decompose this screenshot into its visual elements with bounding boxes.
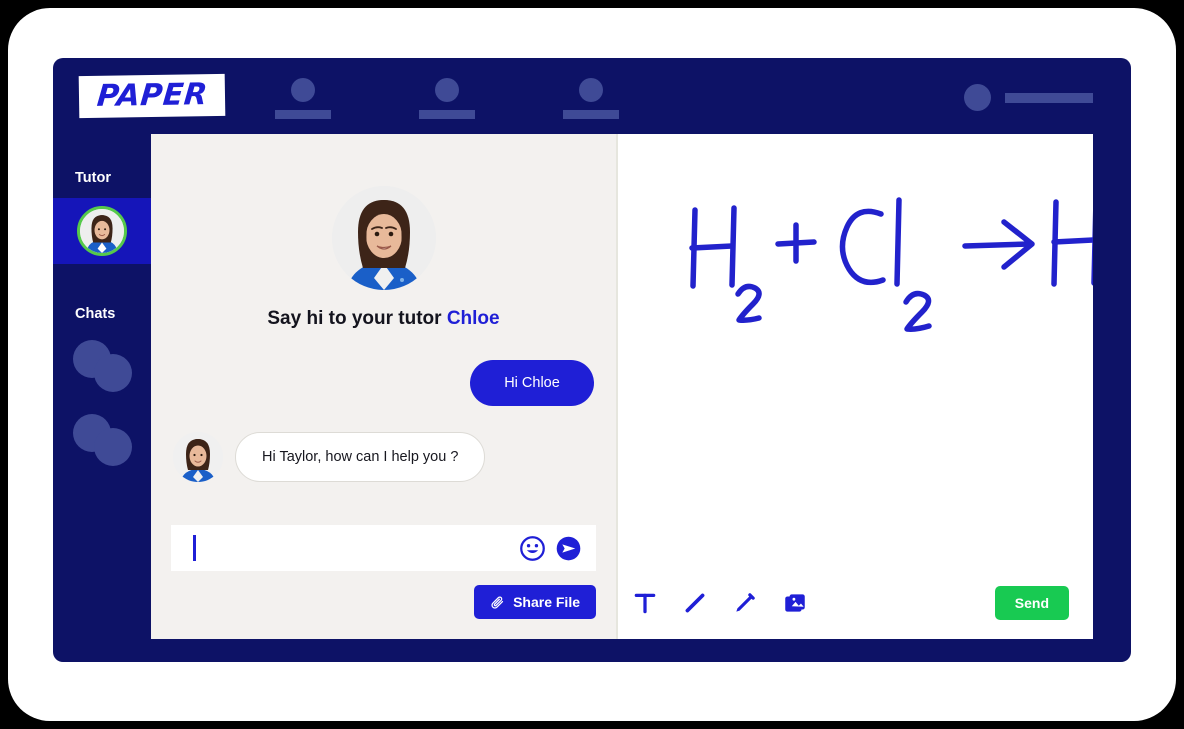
nav-item-1[interactable] [275, 78, 331, 119]
sidebar: Tutor Chats [53, 134, 151, 662]
message-avatar [173, 432, 223, 482]
whiteboard-tools [632, 590, 808, 616]
message-row-tutor: Hi Taylor, how can I help you ? [151, 432, 616, 482]
top-navigation-bar: PAPER [53, 58, 1131, 134]
paper-plane-icon [556, 536, 581, 560]
user-name-placeholder [1005, 92, 1093, 103]
message-composer: Share File [151, 525, 616, 639]
chat-avatar-placeholder-secondary [94, 354, 132, 392]
share-file-row: Share File [151, 571, 616, 639]
tutor-greeting-avatar [331, 186, 436, 290]
paper-logo[interactable]: PAPER [78, 73, 226, 119]
pencil-tool-glyph [736, 593, 755, 612]
image-tool-icon[interactable] [782, 590, 808, 616]
send-message-button[interactable] [555, 535, 582, 562]
whiteboard-send-button[interactable]: Send [994, 586, 1069, 620]
app-window: PAPER Tutor Chats Say hi to your tutor C… [53, 58, 1131, 662]
nav-items [275, 78, 619, 119]
nav-icon-placeholder-2 [435, 78, 459, 102]
user-profile[interactable] [964, 84, 1093, 111]
message-input[interactable] [196, 539, 519, 557]
share-file-button[interactable]: Share File [474, 585, 596, 619]
tutor-avatar [77, 206, 127, 256]
list-item[interactable] [73, 414, 132, 466]
sidebar-heading-chats: Chats [75, 306, 116, 322]
device-frame: PAPER Tutor Chats Say hi to your tutor C… [8, 8, 1176, 721]
emoji-icon[interactable] [519, 535, 546, 562]
page-title: Say hi to your tutor Chloe [267, 308, 499, 330]
line-tool-glyph [685, 593, 705, 613]
pencil-tool-icon[interactable] [732, 590, 758, 616]
paper-logo-text: PAPER [95, 77, 209, 114]
paperclip-icon [491, 596, 504, 609]
tutor-greeting: Say hi to your tutor Chloe [151, 134, 616, 330]
sidebar-item-tutor-chloe[interactable] [53, 198, 151, 264]
tutor-avatar-image [80, 209, 124, 253]
nav-item-3[interactable] [563, 78, 619, 119]
smiley-icon-svg [520, 535, 545, 561]
nav-label-placeholder-1 [275, 110, 331, 119]
whiteboard-toolbar: Send [618, 567, 1093, 639]
line-tool-icon[interactable] [682, 590, 708, 616]
message-bubble-tutor: Hi Taylor, how can I help you ? [235, 432, 486, 482]
greeting-tutor-name: Chloe [446, 308, 500, 329]
chat-panel: Say hi to your tutor Chloe Hi Chloe Hi T… [151, 134, 616, 639]
tutor-avatar-image-small [173, 432, 223, 482]
avatar [964, 84, 991, 111]
sidebar-chat-list [53, 340, 151, 466]
nav-icon-placeholder-3 [579, 78, 603, 102]
text-tool-icon[interactable] [632, 590, 658, 616]
message-row-student: Hi Chloe [151, 360, 616, 406]
nav-label-placeholder-3 [563, 110, 619, 119]
nav-label-placeholder-2 [419, 110, 475, 119]
list-item[interactable] [73, 340, 132, 392]
whiteboard-panel: Send [616, 134, 1131, 639]
nav-icon-placeholder-1 [291, 78, 315, 102]
image-tool-glyph [785, 594, 805, 612]
whiteboard-canvas[interactable] [618, 134, 1131, 564]
message-input-row[interactable] [171, 525, 596, 571]
chat-avatar-placeholder-secondary [94, 428, 132, 466]
nav-item-2[interactable] [419, 78, 475, 119]
message-bubble-student: Hi Chloe [470, 360, 594, 406]
sidebar-heading-tutor: Tutor [75, 170, 111, 186]
text-tool-glyph [634, 593, 656, 614]
handwritten-equation [689, 197, 1131, 332]
share-file-label: Share File [513, 594, 580, 610]
tutor-photo [331, 186, 436, 290]
greeting-prefix: Say hi to your tutor [267, 308, 447, 329]
